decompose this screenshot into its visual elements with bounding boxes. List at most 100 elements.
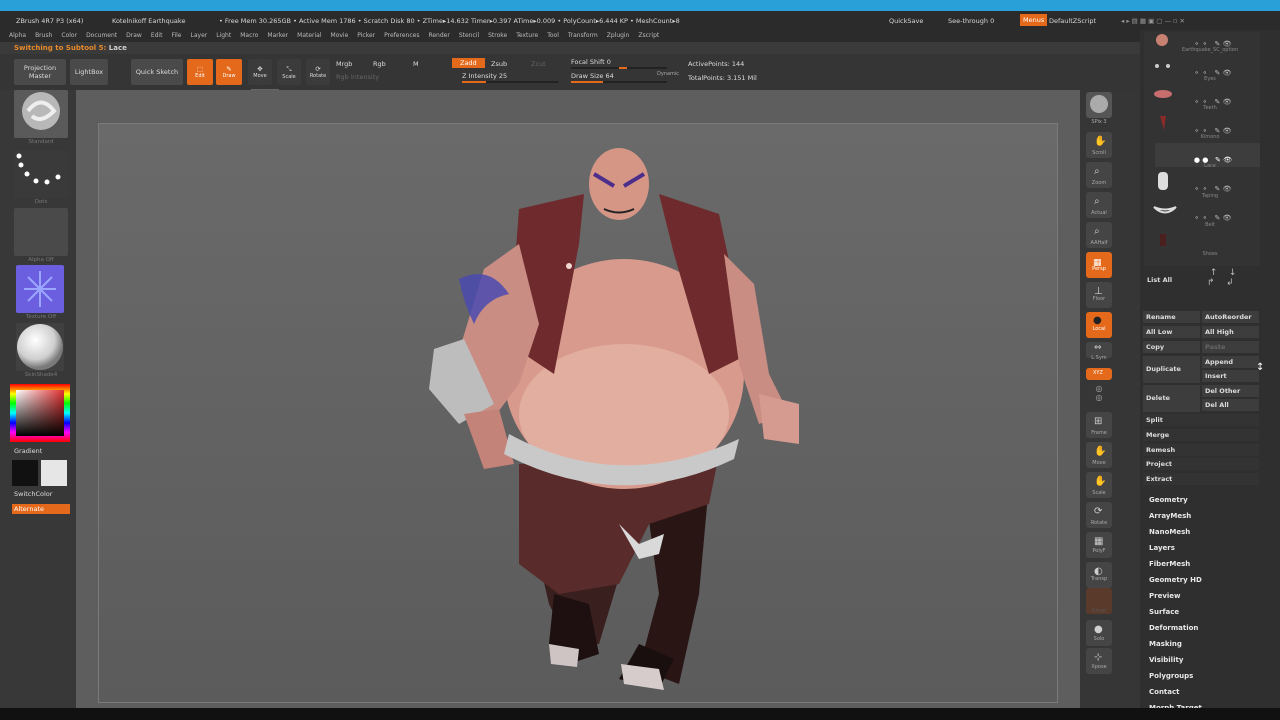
persp-button[interactable]: ▦ <box>1086 252 1112 278</box>
merge-section[interactable]: Merge <box>1143 429 1259 441</box>
subtool-arrow-icons[interactable]: ↑ ↓ ↱ ↲ <box>1207 268 1236 288</box>
menu-transform[interactable]: Transform <box>568 30 598 42</box>
brush-thumbnail[interactable] <box>14 90 68 138</box>
xpose-button[interactable]: ⊹ <box>1086 648 1112 674</box>
tool-menu-contact[interactable]: Contact <box>1149 688 1180 696</box>
split-section[interactable]: Split <box>1143 414 1259 426</box>
document-canvas[interactable] <box>98 123 1058 703</box>
rotate-mode-button[interactable]: ⟳ Rotate <box>306 59 330 85</box>
secondary-color-swatch[interactable] <box>41 460 67 486</box>
mrgb-toggle[interactable]: Mrgb <box>336 60 352 68</box>
tool-menu-layers[interactable]: Layers <box>1149 544 1175 552</box>
subtool-name-7[interactable]: Shoes <box>1170 251 1250 257</box>
remesh-section[interactable]: Remesh <box>1143 444 1259 456</box>
tool-menu-deformation[interactable]: Deformation <box>1149 624 1198 632</box>
menu-marker[interactable]: Marker <box>267 30 288 42</box>
dynamic-toggle[interactable]: Dynamic <box>657 71 679 77</box>
lightbox-button[interactable]: LightBox <box>70 59 108 85</box>
window-control-icons[interactable]: ◂ ▸ ▤ ▦ ▣ ▢ — ▫ ✕ <box>1121 17 1185 25</box>
tool-menu-masking[interactable]: Masking <box>1149 640 1182 648</box>
zsub-toggle[interactable]: Zsub <box>491 60 507 68</box>
list-all-button[interactable]: List All <box>1144 274 1200 286</box>
menu-draw[interactable]: Draw <box>126 30 142 42</box>
scale-mode-button[interactable]: ⤡ Scale <box>277 59 301 85</box>
menu-edit[interactable]: Edit <box>151 30 163 42</box>
texture-thumbnail[interactable] <box>16 265 64 313</box>
z-intensity-slider[interactable] <box>462 81 558 83</box>
tool-menu-nanomesh[interactable]: NanoMesh <box>1149 528 1190 536</box>
menu-zplugin[interactable]: Zplugin <box>607 30 630 42</box>
draw-size-slider[interactable] <box>571 81 667 83</box>
rgb-intensity-slider[interactable]: Rgb Intensity <box>336 73 379 81</box>
menu-document[interactable]: Document <box>86 30 117 42</box>
primary-color-swatch[interactable] <box>12 460 38 486</box>
menu-movie[interactable]: Movie <box>331 30 349 42</box>
tool-menu-surface[interactable]: Surface <box>1149 608 1179 616</box>
polyf-button[interactable]: ▦ <box>1086 532 1112 558</box>
draw-mode-button[interactable]: ✎ Draw <box>216 59 242 85</box>
tool-menu-visibility[interactable]: Visibility <box>1149 656 1183 664</box>
paste-button[interactable]: Paste <box>1202 341 1259 353</box>
xyz-rotate-button[interactable]: XYZ <box>1086 368 1112 380</box>
rgb-toggle[interactable]: Rgb <box>373 60 386 68</box>
zadd-toggle[interactable]: Zadd <box>452 58 485 68</box>
tool-menu-arraymesh[interactable]: ArrayMesh <box>1149 512 1191 520</box>
menu-color[interactable]: Color <box>61 30 77 42</box>
tool-menu-geometry[interactable]: Geometry <box>1149 496 1188 504</box>
all-high-button[interactable]: All High <box>1202 326 1259 338</box>
tool-menu-geometry-hd[interactable]: Geometry HD <box>1149 576 1202 584</box>
menu-macro[interactable]: Macro <box>240 30 258 42</box>
menu-render[interactable]: Render <box>428 30 449 42</box>
tool-menu-polygroups[interactable]: Polygroups <box>1149 672 1193 680</box>
floor-button[interactable]: ⊥ <box>1086 282 1112 308</box>
default-zscript-button[interactable]: DefaultZScript <box>1049 17 1096 25</box>
solo-button[interactable]: ● <box>1086 620 1112 646</box>
menu-zscript[interactable]: Zscript <box>638 30 659 42</box>
menu-tool[interactable]: Tool <box>547 30 559 42</box>
projection-master-button[interactable]: Projection Master <box>14 59 66 85</box>
menu-picker[interactable]: Picker <box>357 30 375 42</box>
copy-button[interactable]: Copy <box>1143 341 1200 353</box>
autoreorder-button[interactable]: AutoReorder <box>1202 311 1259 323</box>
zcut-toggle[interactable]: Zcut <box>531 60 546 68</box>
menu-texture[interactable]: Texture <box>516 30 538 42</box>
menu-brush[interactable]: Brush <box>35 30 52 42</box>
menu-light[interactable]: Light <box>216 30 231 42</box>
menu-preferences[interactable]: Preferences <box>384 30 419 42</box>
bpr-render-button[interactable] <box>1086 92 1112 118</box>
delete-button[interactable]: Delete <box>1143 385 1200 412</box>
duplicate-button[interactable]: Duplicate <box>1143 356 1200 383</box>
menu-file[interactable]: File <box>171 30 181 42</box>
menus-toggle-button[interactable]: Menus <box>1020 14 1048 26</box>
switchcolor-button[interactable]: SwitchColor <box>14 490 52 498</box>
focal-shift-slider[interactable] <box>571 67 667 69</box>
move-mode-button[interactable]: ✥ Move <box>248 59 272 85</box>
color-picker[interactable] <box>10 384 70 444</box>
menu-material[interactable]: Material <box>297 30 321 42</box>
tool-menu-fibermesh[interactable]: FiberMesh <box>1149 560 1190 568</box>
local-button[interactable]: ● <box>1086 312 1112 338</box>
rename-button[interactable]: Rename <box>1143 311 1200 323</box>
alpha-thumbnail[interactable] <box>14 208 68 256</box>
material-thumbnail[interactable] <box>16 323 64 371</box>
menu-layer[interactable]: Layer <box>191 30 208 42</box>
insert-button[interactable]: Insert <box>1202 370 1259 382</box>
project-section[interactable]: Project <box>1143 458 1259 470</box>
del-other-button[interactable]: Del Other <box>1202 385 1259 397</box>
alternate-button[interactable]: Alternate <box>12 504 70 514</box>
stroke-thumbnail[interactable] <box>14 150 68 198</box>
menu-stroke[interactable]: Stroke <box>488 30 507 42</box>
quick-sketch-button[interactable]: Quick Sketch <box>131 59 183 85</box>
see-through-slider[interactable]: See-through 0 <box>948 17 994 25</box>
quicksave-button[interactable]: QuickSave <box>889 17 923 25</box>
menu-alpha[interactable]: Alpha <box>9 30 26 42</box>
menu-stencil[interactable]: Stencil <box>459 30 479 42</box>
append-button[interactable]: Append <box>1202 356 1259 368</box>
del-all-button[interactable]: Del All <box>1202 399 1259 411</box>
rotate-axis-icons[interactable]: ◎ ◎ <box>1082 384 1116 402</box>
extract-section[interactable]: Extract <box>1143 473 1259 485</box>
transp-button[interactable]: ◐ <box>1086 562 1112 588</box>
subtool-row-controls[interactable]: ⚬ ⚬ ✎ 👁 ⚬ ⚬ ✎ 👁 ⚬ ⚬ ✎ 👁 ⚬ ⚬ ✎ 👁 ● ● ✎ 👁 … <box>1185 30 1260 250</box>
edit-mode-button[interactable]: ⬚ Edit <box>187 59 213 85</box>
all-low-button[interactable]: All Low <box>1143 326 1200 338</box>
